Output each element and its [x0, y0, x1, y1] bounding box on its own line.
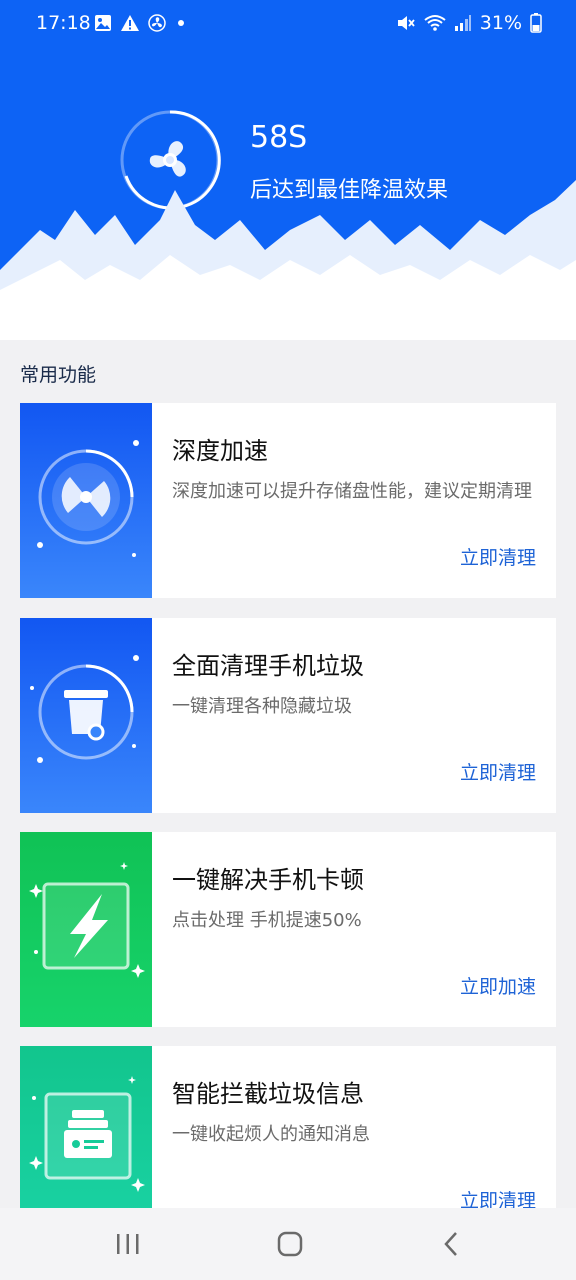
card-desc: 一键收起烦人的通知消息 — [172, 1124, 370, 1145]
card-block-spam[interactable]: 智能拦截垃圾信息 一键收起烦人的通知消息 立即清理 — [20, 1046, 556, 1208]
snow-mountains — [0, 180, 576, 340]
wifi-icon — [424, 15, 446, 31]
image-icon — [95, 15, 111, 31]
card-title: 全面清理手机垃圾 — [172, 652, 364, 680]
hero-banner: 17:18 31% 58S 后达到最佳降温效果 — [0, 0, 576, 340]
card-junk-clean[interactable]: 全面清理手机垃圾 一键清理各种隐藏垃圾 立即清理 — [20, 618, 556, 813]
home-icon — [277, 1231, 303, 1257]
section-title: 常用功能 — [20, 364, 97, 386]
lightning-icon — [29, 862, 145, 978]
signal-icon — [454, 15, 471, 31]
card-speed-boost[interactable]: 一键解决手机卡顿 点击处理 手机提速50% 立即加速 — [20, 832, 556, 1027]
back-button[interactable] — [432, 1226, 472, 1262]
card-deep-speedup[interactable]: 深度加速 深度加速可以提升存储盘性能，建议定期清理 立即清理 — [20, 403, 556, 598]
battery-percent: 31% — [479, 12, 522, 34]
recent-apps-icon — [117, 1234, 139, 1254]
status-bar: 17:18 31% — [0, 0, 576, 48]
speed-up-now-button[interactable]: 立即加速 — [460, 972, 536, 999]
message-block-icon — [29, 1076, 145, 1192]
disk-icon — [37, 440, 139, 557]
back-icon — [444, 1232, 457, 1256]
clean-now-button[interactable]: 立即清理 — [460, 758, 536, 785]
clean-now-button[interactable]: 立即清理 — [460, 543, 536, 570]
clean-now-button[interactable]: 立即清理 — [460, 1186, 536, 1208]
mute-icon — [397, 16, 415, 30]
recent-apps-button[interactable] — [108, 1226, 148, 1262]
card-desc: 点击处理 手机提速50% — [172, 910, 362, 931]
card-title: 深度加速 — [172, 437, 268, 465]
card-title: 一键解决手机卡顿 — [172, 866, 364, 894]
card-desc: 深度加速可以提升存储盘性能，建议定期清理 — [172, 481, 532, 502]
warning-icon — [121, 15, 139, 31]
card-desc: 一键清理各种隐藏垃圾 — [172, 696, 352, 717]
fan-icon — [148, 14, 166, 32]
battery-icon — [530, 13, 542, 33]
trash-icon — [30, 655, 139, 763]
dot-icon — [178, 20, 184, 26]
timer-value: 58S — [250, 120, 308, 155]
system-nav-bar — [0, 1208, 576, 1280]
status-time: 17:18 — [36, 12, 91, 34]
home-button[interactable] — [270, 1226, 310, 1262]
card-title: 智能拦截垃圾信息 — [172, 1080, 364, 1108]
